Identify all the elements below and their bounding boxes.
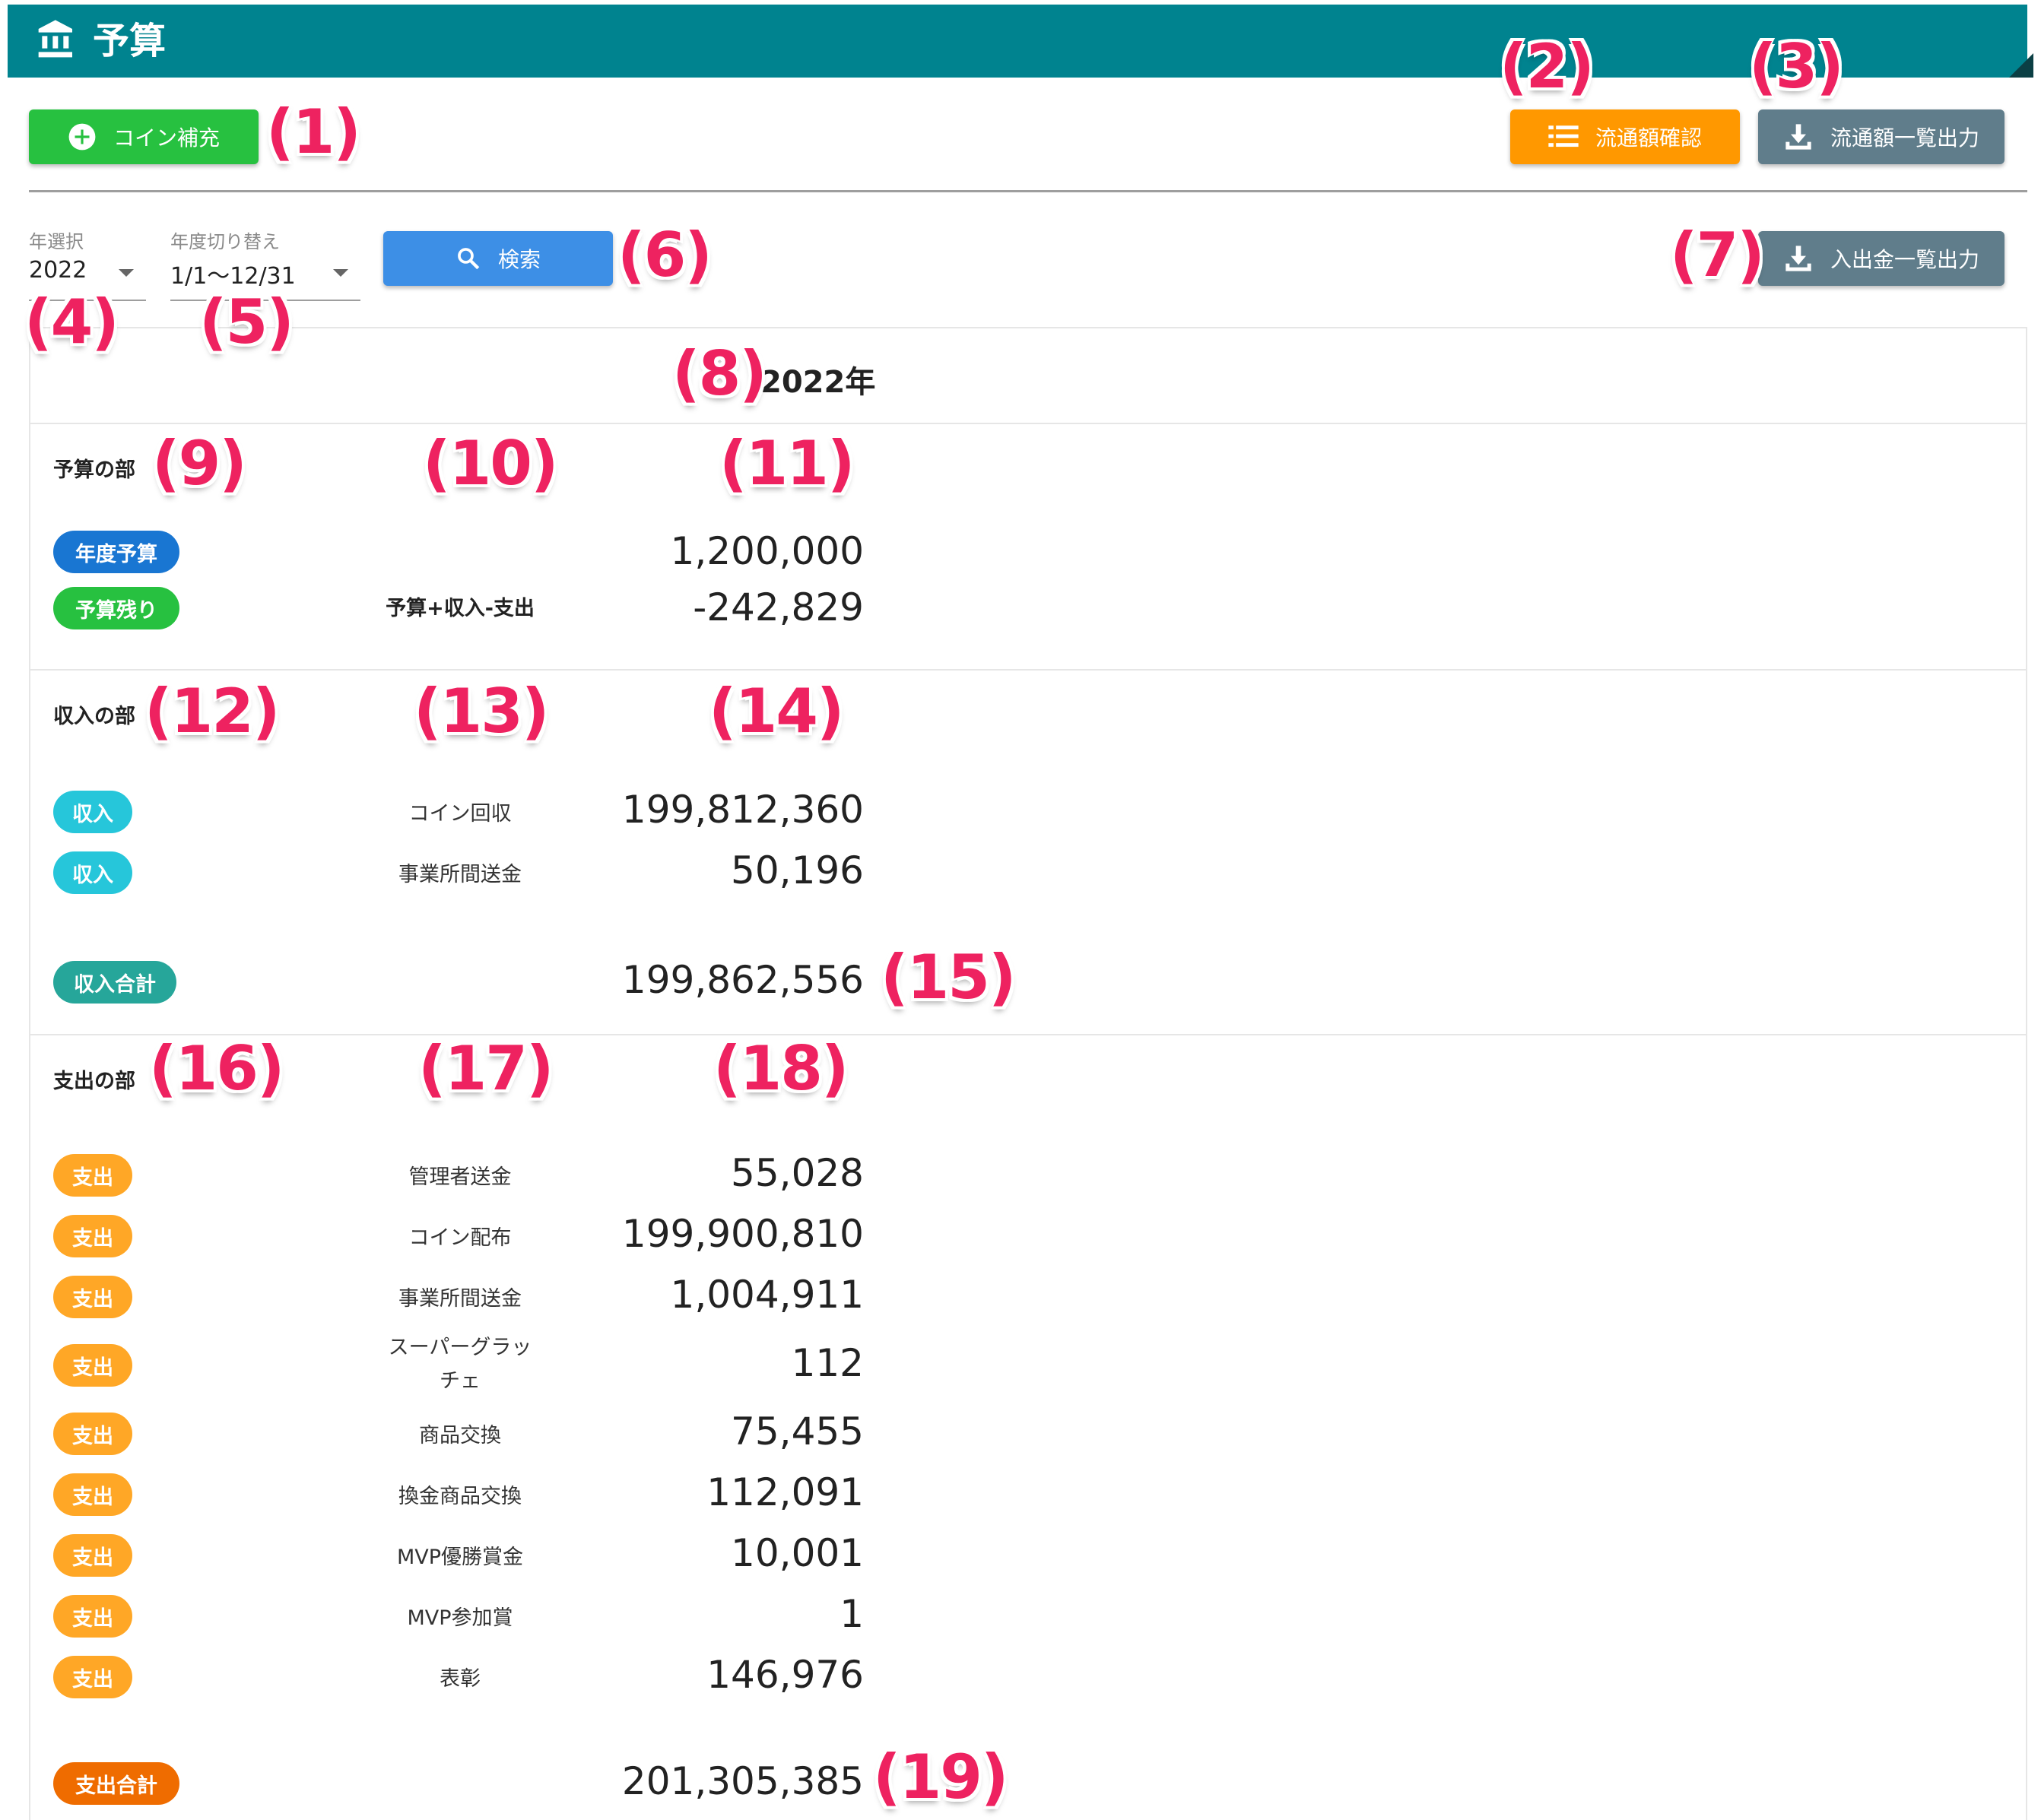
amount-income: 199,812,360 bbox=[621, 788, 864, 832]
circulation-check-button[interactable]: 流通額確認 bbox=[1510, 109, 1740, 164]
desc-expense: 事業所間送金 bbox=[398, 1287, 522, 1311]
chip-expense: 支出 bbox=[53, 1154, 132, 1197]
annotation-marker: (5) bbox=[199, 287, 294, 357]
bank-icon bbox=[38, 20, 72, 58]
chip-expense: 支出 bbox=[53, 1344, 132, 1387]
desc-expense: 表彰 bbox=[440, 1667, 481, 1691]
annotation-marker: (4) bbox=[24, 287, 119, 357]
annotation-marker: (3) bbox=[1749, 31, 1844, 102]
amount-income: 50,196 bbox=[731, 848, 864, 893]
chip-income: 収入 bbox=[53, 791, 132, 833]
expense-section-title: 支出の部 bbox=[53, 1070, 135, 1093]
chevron-down-icon bbox=[119, 269, 134, 277]
income-section-title: 収入の部 bbox=[53, 705, 135, 728]
annotation-marker: (10) bbox=[423, 428, 558, 499]
annotation-marker: (16) bbox=[149, 1033, 284, 1104]
amount-annual-budget: 1,200,000 bbox=[670, 529, 864, 573]
chip-budget-remaining: 予算残り bbox=[53, 587, 179, 629]
desc-expense: 換金商品交換 bbox=[398, 1485, 522, 1508]
annotation-marker: (14) bbox=[709, 676, 844, 747]
desc-income: 事業所間送金 bbox=[398, 863, 522, 886]
chip-expense: 支出 bbox=[53, 1473, 132, 1516]
annotation-marker: (15) bbox=[881, 942, 1016, 1013]
desc-expense-line1: スーパーグラッ bbox=[388, 1336, 532, 1359]
desc-expense-line2: チェ bbox=[440, 1369, 481, 1393]
download-icon bbox=[1783, 122, 1814, 152]
chip-expense-total: 支出合計 bbox=[53, 1762, 179, 1805]
search-button[interactable]: 検索 bbox=[383, 231, 613, 286]
add-circle-icon bbox=[68, 122, 97, 151]
period-select-value: 1/1〜12/31 bbox=[170, 263, 296, 290]
section-divider bbox=[29, 423, 2027, 424]
amount-expense: 55,028 bbox=[731, 1151, 864, 1195]
list-icon bbox=[1548, 123, 1579, 151]
deposit-export-button[interactable]: 入出金一覧出力 bbox=[1758, 231, 2004, 286]
amount-expense: 199,900,810 bbox=[621, 1212, 864, 1256]
annotation-marker: (8) bbox=[672, 338, 767, 409]
header-corner-fold bbox=[2009, 53, 2033, 78]
annotation-marker: (19) bbox=[873, 1742, 1008, 1812]
desc-expense: コイン配布 bbox=[408, 1226, 512, 1250]
amount-expense: 1,004,911 bbox=[670, 1273, 864, 1317]
annotation-marker: (18) bbox=[713, 1033, 849, 1104]
annotation-marker: (13) bbox=[414, 676, 549, 747]
circulation-export-button[interactable]: 流通額一覧出力 bbox=[1758, 109, 2004, 164]
year-select-label: 年選択 bbox=[29, 231, 84, 252]
chip-income: 収入 bbox=[53, 851, 132, 894]
desc-expense: 管理者送金 bbox=[408, 1165, 512, 1189]
section-divider bbox=[29, 669, 2027, 671]
amount-expense: 10,001 bbox=[731, 1531, 864, 1575]
annotation-marker: (1) bbox=[266, 97, 361, 167]
app-header: 予算 bbox=[8, 5, 2027, 78]
search-icon bbox=[455, 246, 481, 271]
desc-expense: MVP参加賞 bbox=[407, 1606, 513, 1630]
circulation-export-label: 流通額一覧出力 bbox=[1830, 125, 1979, 151]
toolbar-divider bbox=[29, 190, 2027, 192]
annotation-marker: (17) bbox=[418, 1033, 554, 1104]
amount-expense: 112,091 bbox=[706, 1470, 864, 1514]
annotation-marker: (12) bbox=[144, 676, 280, 747]
chip-expense: 支出 bbox=[53, 1534, 132, 1577]
chip-expense: 支出 bbox=[53, 1656, 132, 1698]
search-label: 検索 bbox=[497, 247, 541, 272]
desc-expense: MVP優勝賞金 bbox=[396, 1546, 524, 1569]
annotation-marker: (11) bbox=[719, 428, 855, 499]
amount-expense: 75,455 bbox=[731, 1409, 864, 1454]
chip-annual-budget: 年度予算 bbox=[53, 531, 179, 573]
deposit-export-label: 入出金一覧出力 bbox=[1830, 247, 1979, 272]
year-select-value: 2022 bbox=[29, 257, 87, 284]
chip-expense: 支出 bbox=[53, 1413, 132, 1455]
amount-budget-remaining: -242,829 bbox=[693, 585, 864, 629]
chip-expense: 支出 bbox=[53, 1215, 132, 1257]
amount-income-total: 199,862,556 bbox=[621, 958, 864, 1002]
chip-expense: 支出 bbox=[53, 1276, 132, 1318]
annotation-marker: (2) bbox=[1500, 31, 1595, 102]
page-title: 予算 bbox=[93, 20, 167, 62]
chevron-down-icon bbox=[333, 269, 348, 277]
amount-expense: 1 bbox=[840, 1592, 864, 1636]
annotation-marker: (7) bbox=[1670, 220, 1765, 290]
amount-expense: 146,976 bbox=[706, 1653, 864, 1697]
report-card bbox=[29, 327, 2027, 1820]
annotation-marker: (9) bbox=[152, 428, 247, 499]
desc-expense: 商品交換 bbox=[419, 1424, 501, 1447]
desc-income: コイン回収 bbox=[408, 802, 512, 826]
section-divider bbox=[29, 1034, 2027, 1035]
download-icon bbox=[1783, 243, 1814, 274]
chip-income-total: 収入合計 bbox=[53, 961, 176, 1004]
budget-section-title: 予算の部 bbox=[53, 458, 135, 482]
coin-refill-button[interactable]: コイン補充 bbox=[29, 109, 259, 164]
coin-refill-label: コイン補充 bbox=[113, 125, 220, 151]
circulation-check-label: 流通額確認 bbox=[1595, 125, 1702, 151]
amount-expense: 112 bbox=[791, 1341, 864, 1385]
period-select-label: 年度切り替え bbox=[170, 231, 280, 252]
annotation-marker: (6) bbox=[617, 220, 713, 290]
report-year-heading: 2022年 bbox=[760, 365, 876, 400]
chip-expense: 支出 bbox=[53, 1595, 132, 1638]
amount-expense-total: 201,305,385 bbox=[621, 1759, 864, 1803]
desc-budget-remaining: 予算+収入-支出 bbox=[386, 597, 535, 620]
